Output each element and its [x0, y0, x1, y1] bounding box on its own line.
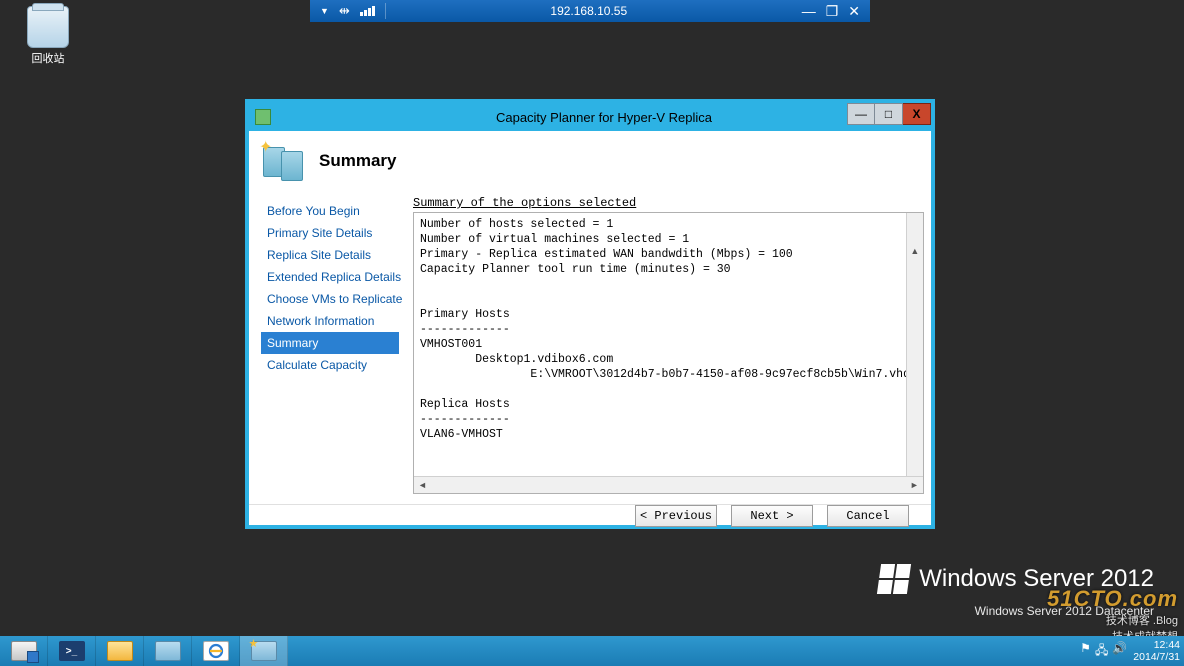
- pin-icon[interactable]: ⇹: [339, 3, 350, 19]
- scroll-left-icon[interactable]: ◄: [414, 477, 431, 493]
- tray-sound-icon[interactable]: 🔊: [1112, 641, 1127, 662]
- window-close-button[interactable]: X: [903, 103, 931, 125]
- tray-icons[interactable]: ⚑ 🖧 🔊: [1080, 641, 1127, 662]
- os-edition: Windows Server 2012 Datacenter: [879, 604, 1154, 618]
- tray-date: 2014/7/31: [1133, 651, 1180, 663]
- next-button[interactable]: Next >: [731, 505, 813, 527]
- tray-clock[interactable]: 12:44 2014/7/31: [1133, 639, 1180, 663]
- wizard-header: ✦ Summary: [249, 131, 931, 195]
- dropdown-icon[interactable]: ▼: [320, 6, 329, 16]
- vertical-scrollbar[interactable]: ▲: [906, 213, 923, 476]
- taskbar-server-manager[interactable]: [0, 636, 48, 666]
- signal-icon: [360, 6, 375, 16]
- tray-flag-icon[interactable]: ⚑: [1080, 641, 1091, 662]
- window-maximize-button[interactable]: □: [875, 103, 903, 125]
- taskbar-explorer[interactable]: [96, 636, 144, 666]
- window-titlebar[interactable]: Capacity Planner for Hyper-V Replica — □…: [249, 103, 931, 131]
- wizard-heading: Summary: [319, 151, 396, 171]
- taskbar-ie[interactable]: [192, 636, 240, 666]
- summary-label: Summary of the options selected: [413, 196, 924, 210]
- taskbar-powershell[interactable]: >_: [48, 636, 96, 666]
- powershell-icon: >_: [59, 641, 85, 661]
- nav-primary-site-details[interactable]: Primary Site Details: [261, 222, 399, 244]
- os-branding: Windows Server 2012 Windows Server 2012 …: [879, 564, 1154, 618]
- nav-before-you-begin[interactable]: Before You Begin: [261, 200, 399, 222]
- windows-logo-icon: [877, 564, 911, 594]
- window-title: Capacity Planner for Hyper-V Replica: [277, 110, 931, 125]
- nav-summary[interactable]: Summary: [261, 332, 399, 354]
- remote-minimize-button[interactable]: —: [802, 3, 816, 20]
- wizard-graphic-icon: ✦: [261, 139, 309, 183]
- taskbar-hyperv-manager[interactable]: [144, 636, 192, 666]
- os-product-name: Windows Server 2012: [919, 565, 1154, 593]
- nav-extended-replica-details[interactable]: Extended Replica Details: [261, 266, 399, 288]
- capacity-planner-icon: [251, 641, 277, 661]
- cancel-button[interactable]: Cancel: [827, 505, 909, 527]
- window-minimize-button[interactable]: —: [847, 103, 875, 125]
- nav-choose-vms[interactable]: Choose VMs to Replicate: [261, 288, 399, 310]
- tray-network-icon[interactable]: 🖧: [1095, 641, 1108, 662]
- system-tray: ⚑ 🖧 🔊 12:44 2014/7/31: [1080, 636, 1180, 666]
- tray-time: 12:44: [1133, 639, 1180, 651]
- wizard-button-row: < Previous Next > Cancel: [249, 504, 931, 527]
- recycle-bin-icon: [27, 6, 69, 48]
- previous-button[interactable]: < Previous: [635, 505, 717, 527]
- scroll-up-icon[interactable]: ▲: [907, 243, 923, 260]
- ie-icon: [203, 641, 229, 661]
- wizard-nav: Before You Begin Primary Site Details Re…: [261, 196, 399, 494]
- horizontal-scrollbar[interactable]: ◄ ►: [414, 476, 923, 493]
- hyperv-icon: [155, 641, 181, 661]
- summary-textbox[interactable]: Number of hosts selected = 1 Number of v…: [413, 212, 924, 494]
- remote-address: 192.168.10.55: [386, 4, 792, 18]
- summary-text[interactable]: Number of hosts selected = 1 Number of v…: [414, 213, 923, 476]
- remote-restore-button[interactable]: ❐: [826, 3, 839, 20]
- folder-icon: [107, 641, 133, 661]
- app-icon: [255, 109, 271, 125]
- taskbar: >_ ⚑ 🖧 🔊 12:44 2014/7/31: [0, 636, 1184, 666]
- recycle-bin-label: 回收站: [18, 50, 78, 66]
- nav-network-information[interactable]: Network Information: [261, 310, 399, 332]
- remote-close-button[interactable]: ✕: [848, 3, 860, 20]
- scroll-right-icon[interactable]: ►: [906, 477, 923, 493]
- taskbar-capacity-planner[interactable]: [240, 636, 288, 666]
- recycle-bin[interactable]: 回收站: [18, 6, 78, 66]
- nav-calculate-capacity[interactable]: Calculate Capacity: [261, 354, 399, 376]
- remote-connection-bar: ▼ ⇹ 192.168.10.55 — ❐ ✕: [310, 0, 870, 22]
- nav-replica-site-details[interactable]: Replica Site Details: [261, 244, 399, 266]
- capacity-planner-window: Capacity Planner for Hyper-V Replica — □…: [245, 99, 935, 529]
- server-manager-icon: [11, 641, 37, 661]
